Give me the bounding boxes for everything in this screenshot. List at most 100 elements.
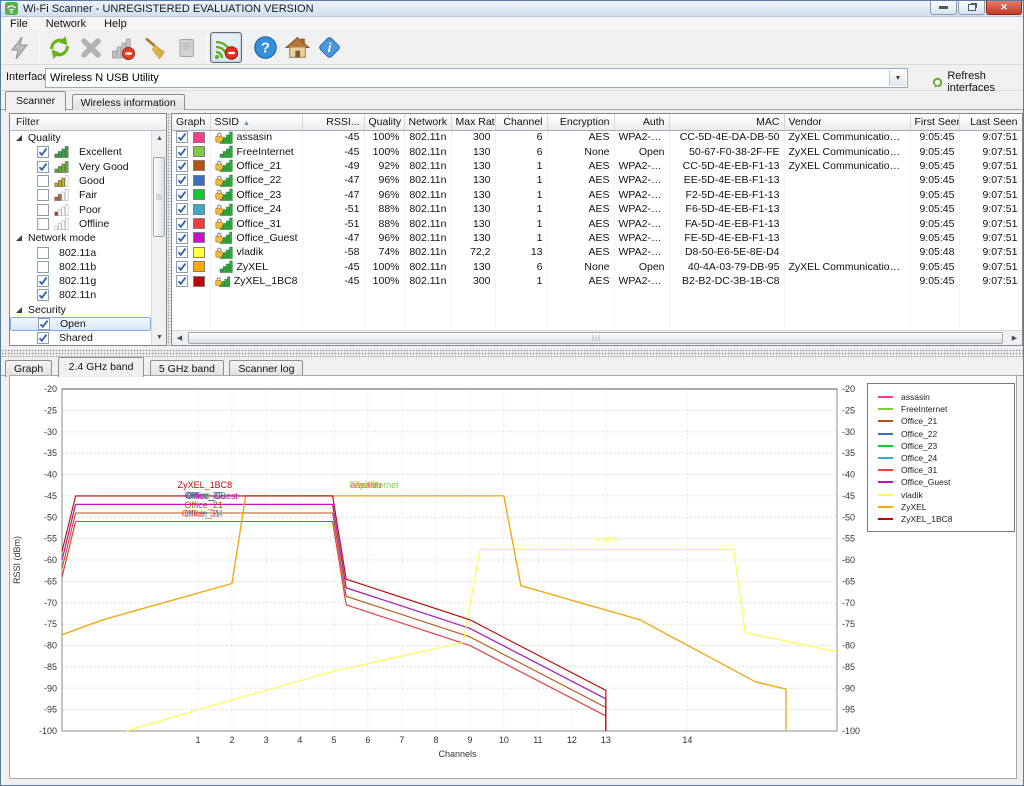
expander-icon[interactable] <box>16 235 22 241</box>
column-header-mac[interactable]: MAC <box>669 114 784 130</box>
column-header-vendor[interactable]: Vendor <box>784 114 910 130</box>
checkbox-icon[interactable] <box>37 204 49 216</box>
column-header-max_rate[interactable]: Max Rate <box>451 114 495 130</box>
filter-item-good[interactable]: Good <box>10 174 151 188</box>
checkbox-icon[interactable] <box>176 160 188 172</box>
expander-icon[interactable] <box>16 135 22 141</box>
legend-label: Office_31 <box>901 465 937 475</box>
home-button[interactable] <box>281 32 313 63</box>
checkbox-icon[interactable] <box>37 175 49 187</box>
title-bar[interactable]: Wi-Fi Scanner - UNREGISTERED EVALUATION … <box>1 1 1024 17</box>
checkbox-icon[interactable] <box>176 189 188 201</box>
scroll-down-icon[interactable]: ▼ <box>152 330 167 345</box>
menu-file[interactable]: File <box>1 17 37 31</box>
checkbox-icon[interactable] <box>37 146 49 158</box>
tab-24ghz-band[interactable]: 2.4 GHz band <box>58 357 145 377</box>
legend-label: Office_Guest <box>901 477 950 487</box>
checkbox-icon[interactable] <box>37 247 49 259</box>
checkbox-icon[interactable] <box>37 189 49 201</box>
menu-help[interactable]: Help <box>95 17 136 31</box>
wifi-stop-button[interactable] <box>210 32 242 63</box>
expander-icon[interactable] <box>16 307 22 313</box>
column-header-encryption[interactable]: Encryption <box>547 114 614 130</box>
filter-item-offline[interactable]: Offline <box>10 217 151 231</box>
filter-item-802-11b[interactable]: 802.11b <box>10 260 151 274</box>
filter-item-open[interactable]: Open <box>10 317 151 331</box>
checkbox-icon[interactable] <box>37 289 49 301</box>
checkbox-icon[interactable] <box>176 203 188 215</box>
table-row[interactable]: ZyXEL_1BC8-45100%802.11n3001AESWPA2-PSKB… <box>172 274 1022 288</box>
scrollbar-thumb[interactable] <box>188 332 1003 344</box>
connect-button[interactable] <box>4 32 36 63</box>
checkbox-icon[interactable] <box>176 275 188 287</box>
scroll-left-icon[interactable]: ◀ <box>172 331 187 345</box>
checkbox-icon[interactable] <box>176 218 188 230</box>
horizontal-splitter[interactable] <box>1 349 1024 357</box>
scroll-right-icon[interactable]: ▶ <box>1007 331 1022 345</box>
checkbox-icon[interactable] <box>176 246 188 258</box>
menu-network[interactable]: Network <box>37 17 95 31</box>
rescan-button[interactable] <box>43 32 75 63</box>
column-header-graph[interactable]: Graph <box>172 114 210 130</box>
filter-item-poor[interactable]: Poor <box>10 202 151 216</box>
column-header-channel[interactable]: Channel <box>495 114 547 130</box>
filter-item-802-11g[interactable]: 802.11g <box>10 274 151 288</box>
checkbox-icon[interactable] <box>37 275 49 287</box>
filter-item-802-11n[interactable]: 802.11n <box>10 288 151 302</box>
interface-combobox[interactable]: Wireless N USB Utility ▼ <box>45 68 908 88</box>
checkbox-icon[interactable] <box>176 146 188 158</box>
filter-item-fair[interactable]: Fair <box>10 188 151 202</box>
column-header-quality[interactable]: Quality <box>364 114 404 130</box>
help-button[interactable]: ? <box>249 32 281 63</box>
checkbox-icon[interactable] <box>37 332 49 344</box>
column-header-auth[interactable]: Auth <box>614 114 669 130</box>
column-header-network[interactable]: Network ... <box>404 114 451 130</box>
close-button[interactable]: ✕ <box>986 1 1022 15</box>
table-row[interactable]: assasin-45100%802.11n3006AESWPA2-PSKCC-5… <box>172 130 1022 144</box>
scroll-up-icon[interactable]: ▲ <box>152 131 167 146</box>
checkbox-icon[interactable] <box>176 261 188 273</box>
table-row[interactable]: Office_22-4796%802.11n1301AESWPA2-PSKEE-… <box>172 173 1022 187</box>
checkbox-icon[interactable] <box>37 218 49 230</box>
column-header-first_seen[interactable]: First Seen <box>910 114 959 130</box>
combobox-arrow-button[interactable]: ▼ <box>889 70 906 86</box>
copy-button[interactable] <box>171 32 203 63</box>
minimize-button[interactable] <box>930 1 957 15</box>
table-row[interactable]: Office_Guest-4796%802.11n1301AESWPA2-PSK… <box>172 231 1022 245</box>
checkbox-icon[interactable] <box>38 318 50 330</box>
table-h-scrollbar[interactable]: ◀ ▶ <box>172 330 1022 345</box>
table-row[interactable]: Office_31-5188%802.11n1301AESWPA2-PSKFA-… <box>172 216 1022 230</box>
filter-item-802-11a[interactable]: 802.11a <box>10 245 151 259</box>
filter-group-network-mode[interactable]: Network mode <box>10 231 151 245</box>
tab-wireless-information[interactable]: Wireless information <box>72 94 185 111</box>
checkbox-icon[interactable] <box>37 261 49 273</box>
table-row[interactable]: FreeInternet-45100%802.11n1306NoneOpen50… <box>172 144 1022 158</box>
table-row[interactable]: Office_21-4992%802.11n1301AESWPA2-PSKCC-… <box>172 159 1022 173</box>
column-header-last_seen[interactable]: Last Seen <box>959 114 1022 130</box>
column-header-rssi[interactable]: RSSI... <box>302 114 364 130</box>
column-header-ssid[interactable]: SSID▲ <box>210 114 302 130</box>
table-row[interactable]: vladik-5874%802.11n72,213AESWPA2-PSKD8-5… <box>172 245 1022 259</box>
checkbox-icon[interactable] <box>176 232 188 244</box>
about-button[interactable]: i <box>313 32 345 63</box>
table-row[interactable]: Office_24-5188%802.11n1301AESWPA2-PSKF6-… <box>172 202 1022 216</box>
filter-group-quality[interactable]: Quality <box>10 131 151 145</box>
filter-group-security[interactable]: Security <box>10 303 151 317</box>
remove-inactive-button[interactable] <box>107 32 139 63</box>
scrollbar-thumb[interactable] <box>153 157 165 237</box>
stop-scan-button[interactable] <box>75 32 107 63</box>
cell-network: 802.11n <box>404 274 451 288</box>
tab-scanner[interactable]: Scanner <box>5 91 66 111</box>
checkbox-icon[interactable] <box>176 131 188 143</box>
filter-item-very-good[interactable]: Very Good <box>10 160 151 174</box>
restore-button[interactable] <box>958 1 985 15</box>
table-row[interactable]: Office_23-4796%802.11n1301AESWPA2-PSKF2-… <box>172 188 1022 202</box>
table-row[interactable]: ZyXEL-45100%802.11n1306NoneOpen40-4A-03-… <box>172 260 1022 274</box>
filter-item-excellent[interactable]: Excellent <box>10 145 151 159</box>
clear-list-button[interactable] <box>139 32 171 63</box>
filter-scrollbar[interactable]: ▲ ▼ <box>151 131 166 345</box>
x-tick-label: 3 <box>263 735 268 745</box>
checkbox-icon[interactable] <box>176 174 188 186</box>
filter-item-shared[interactable]: Shared <box>10 331 151 345</box>
checkbox-icon[interactable] <box>37 161 49 173</box>
